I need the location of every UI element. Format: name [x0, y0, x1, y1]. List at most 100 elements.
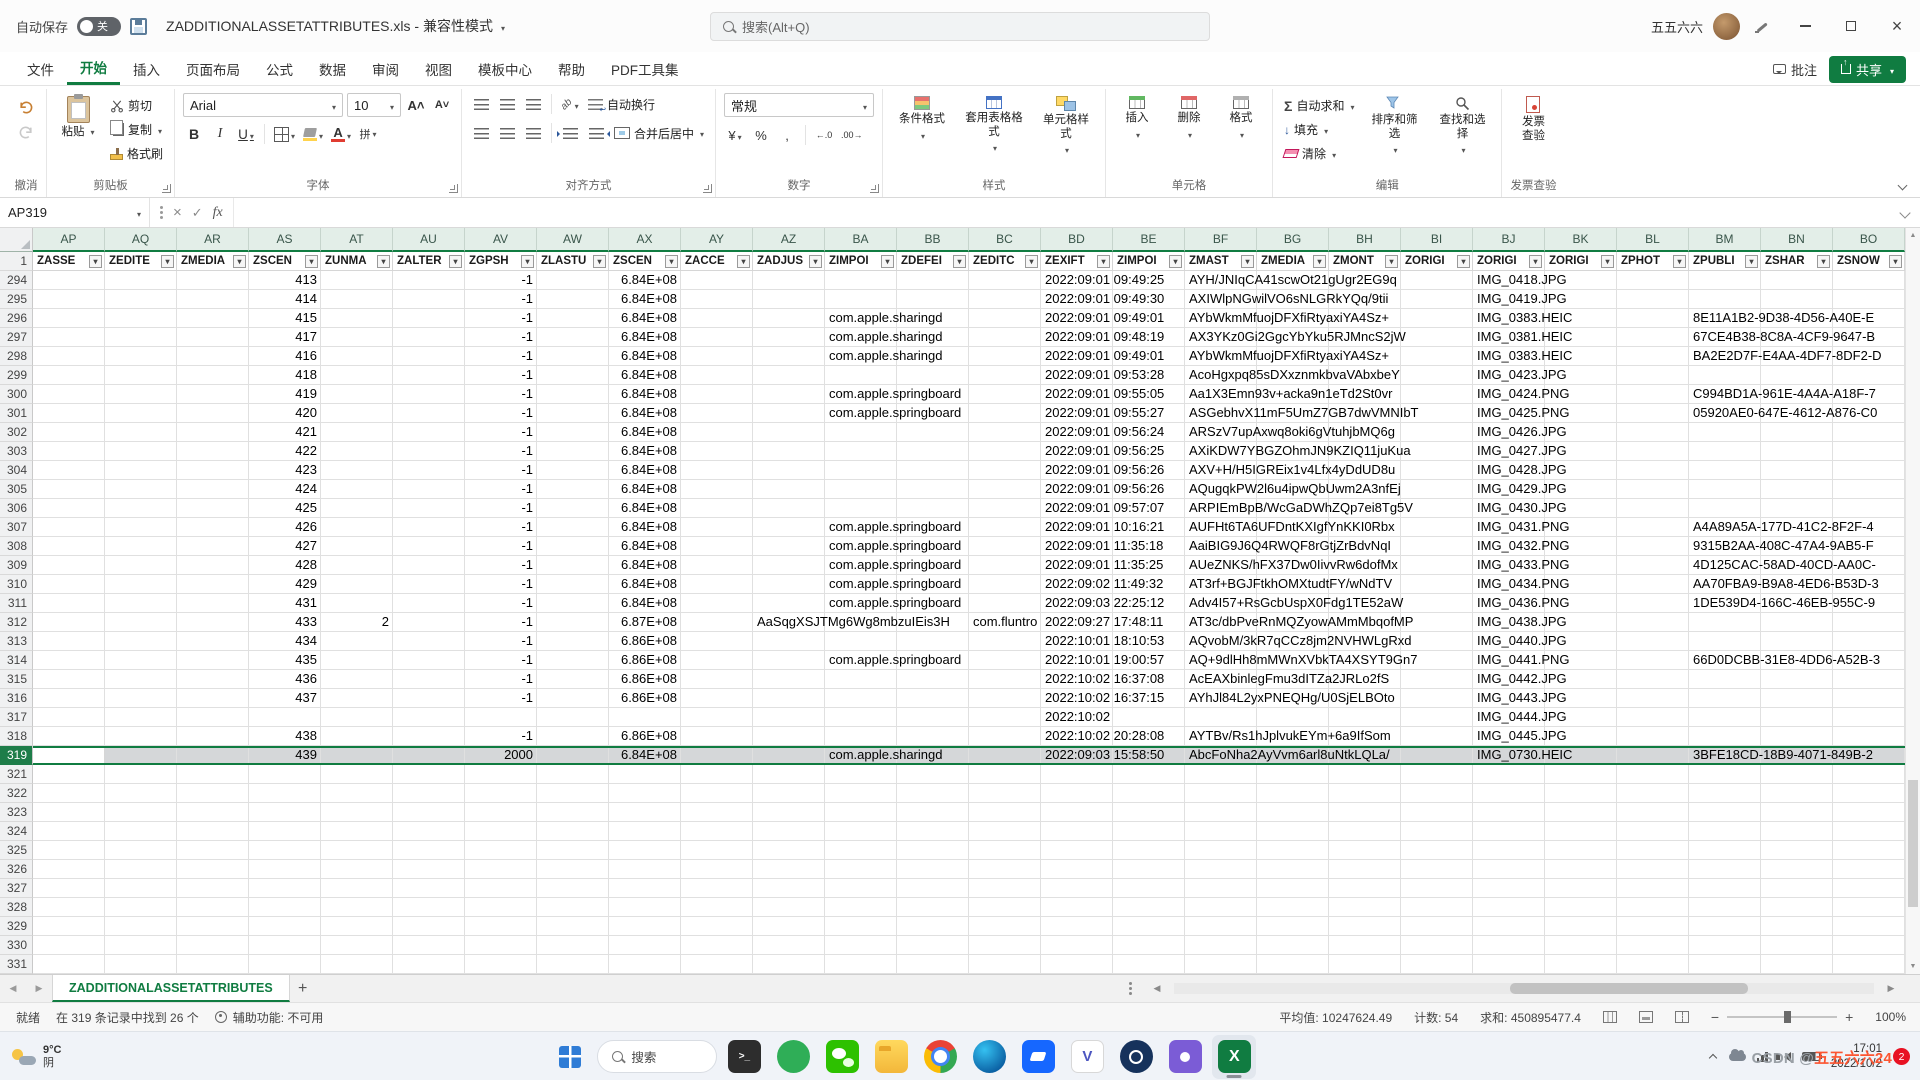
cell-AX305[interactable]: 6.84E+08 — [609, 480, 681, 498]
row-cells-316[interactable]: 437-16.86E+082022:10:02 16:37:15AYhJl84L… — [33, 689, 1905, 708]
cell-BJ311[interactable]: IMG_0436.PNG — [1473, 594, 1689, 612]
row-cells-296[interactable]: 415-16.84E+08com.apple.sharingd2022:09:0… — [33, 309, 1905, 328]
font-color-button[interactable]: A — [329, 123, 353, 145]
cell-AX300[interactable]: 6.84E+08 — [609, 385, 681, 403]
column-header-BD[interactable]: BD — [1041, 228, 1113, 252]
taskbar-app-excel[interactable] — [1212, 1035, 1256, 1079]
align-center-button[interactable] — [496, 122, 518, 144]
autosave-toggle[interactable]: 关 — [77, 17, 121, 36]
status-find-result[interactable]: 在 319 条记录中找到 26 个 — [56, 1009, 199, 1026]
sheet-tab-active[interactable]: ZADDITIONALASSETATTRIBUTES — [52, 975, 290, 1002]
column-header-BK[interactable]: BK — [1545, 228, 1617, 252]
cell-BF296[interactable]: AYbWkmMfuojDFXfiRtyaxiYA4Sz+ — [1185, 309, 1473, 327]
cell-BF300[interactable]: Aa1X3Emn93v+acka9n1eTd2St0vr — [1185, 385, 1473, 403]
hscroll-left-icon[interactable] — [1144, 983, 1170, 994]
cell-BF304[interactable]: AXV+H/H5IGREix1v4Lfx4yDdUD8u — [1185, 461, 1473, 479]
ribbon-tab-插入[interactable]: 插入 — [120, 52, 173, 85]
row-header-319[interactable]: 319 — [0, 746, 33, 765]
cell-AV318[interactable]: -1 — [465, 727, 537, 745]
close-button[interactable] — [1874, 0, 1920, 52]
cell-BD318[interactable]: 2022:10:02 20:28:08 — [1041, 727, 1185, 745]
filter-header-BK[interactable]: ZORIGI — [1545, 252, 1617, 271]
cell-BF308[interactable]: AaiBIG9J6Q4RWQF8rGtjZrBdvNqI — [1185, 537, 1473, 555]
cell-BJ312[interactable]: IMG_0438.JPG — [1473, 613, 1905, 631]
filter-dropdown-icon[interactable] — [1169, 255, 1182, 268]
filter-header-BM[interactable]: ZPUBLI — [1689, 252, 1761, 271]
column-header-AZ[interactable]: AZ — [753, 228, 825, 252]
column-header-AS[interactable]: AS — [249, 228, 321, 252]
filter-dropdown-icon[interactable] — [1385, 255, 1398, 268]
cell-BF309[interactable]: AUeZNKS/hFX37Dw0IivvRw6dofMx — [1185, 556, 1473, 574]
fill-button[interactable]: 填充 — [1281, 119, 1357, 140]
cell-BF301[interactable]: ASGebhvX11mF5UmZ7GB7dwVMNIbT — [1185, 404, 1473, 422]
row-header-1[interactable]: 1 — [0, 252, 33, 271]
cell-AS307[interactable]: 426 — [249, 518, 321, 536]
cell-AS306[interactable]: 425 — [249, 499, 321, 517]
row-header-298[interactable]: 298 — [0, 347, 33, 366]
cell-AS309[interactable]: 428 — [249, 556, 321, 574]
invoice-check-button[interactable]: 发票查验 — [1510, 93, 1556, 146]
cell-BA311[interactable]: com.apple.springboard — [825, 594, 1041, 612]
cell-AX311[interactable]: 6.84E+08 — [609, 594, 681, 612]
maximize-button[interactable] — [1828, 0, 1874, 52]
cell-AS311[interactable]: 431 — [249, 594, 321, 612]
row-header-301[interactable]: 301 — [0, 404, 33, 423]
name-box-splitter[interactable] — [160, 211, 163, 214]
cell-BD313[interactable]: 2022:10:01 18:10:53 — [1041, 632, 1185, 650]
cell-BF302[interactable]: ARSzV7upAxwq8oki6gVtuhjbMQ6g — [1185, 423, 1473, 441]
cell-BD299[interactable]: 2022:09:01 09:53:28 — [1041, 366, 1185, 384]
cell-AV310[interactable]: -1 — [465, 575, 537, 593]
cell-BF307[interactable]: AUFHt6TA6UFDntKXIgfYnKKI0Rbx — [1185, 518, 1473, 536]
cell-AX295[interactable]: 6.84E+08 — [609, 290, 681, 308]
cell-AS302[interactable]: 421 — [249, 423, 321, 441]
cell-AX308[interactable]: 6.84E+08 — [609, 537, 681, 555]
filter-header-BA[interactable]: ZIMPOI — [825, 252, 897, 271]
vertical-scroll-thumb[interactable] — [1908, 780, 1918, 907]
filter-header-AZ[interactable]: ZADJUS — [753, 252, 825, 271]
row-header-331[interactable]: 331 — [0, 955, 33, 974]
filter-dropdown-icon[interactable] — [953, 255, 966, 268]
row-cells-318[interactable]: 438-16.86E+082022:10:02 20:28:08AYTBv/Rs… — [33, 727, 1905, 746]
column-header-BJ[interactable]: BJ — [1473, 228, 1545, 252]
row-header-315[interactable]: 315 — [0, 670, 33, 689]
cell-BJ301[interactable]: IMG_0425.PNG — [1473, 404, 1689, 422]
filter-dropdown-icon[interactable] — [1457, 255, 1470, 268]
wrap-text-button[interactable]: 自动换行 — [585, 94, 658, 115]
cell-AV304[interactable]: -1 — [465, 461, 537, 479]
row-header-322[interactable]: 322 — [0, 784, 33, 803]
cell-BD297[interactable]: 2022:09:01 09:48:19 — [1041, 328, 1185, 346]
row-cells-313[interactable]: 434-16.86E+082022:10:01 18:10:53AQvobM/3… — [33, 632, 1905, 651]
cell-AV311[interactable]: -1 — [465, 594, 537, 612]
zoom-slider-thumb[interactable] — [1784, 1011, 1791, 1023]
page-break-view-button[interactable] — [1675, 1011, 1689, 1023]
cell-BA319[interactable]: com.apple.sharingd — [825, 748, 1041, 763]
cell-BA298[interactable]: com.apple.sharingd — [825, 347, 1041, 365]
battery-icon[interactable] — [1802, 1052, 1820, 1061]
alignment-dialog-launcher[interactable] — [703, 184, 712, 193]
merge-center-button[interactable]: 合并后居中 — [611, 123, 707, 144]
row-header-306[interactable]: 306 — [0, 499, 33, 518]
column-header-BH[interactable]: BH — [1329, 228, 1401, 252]
cell-BF294[interactable]: AYH/JNIqCA41scwOt21gUgr2EG9q — [1185, 271, 1473, 289]
find-select-button[interactable]: 查找和选择 — [1431, 93, 1493, 161]
cell-BM308[interactable]: 9315B2AA-408C-47A4-9AB5-F — [1689, 537, 1905, 555]
document-title[interactable]: ZADDITIONALASSETATTRIBUTES.xls - 兼容性模式 — [166, 16, 505, 36]
filter-dropdown-icon[interactable] — [1601, 255, 1614, 268]
italic-button[interactable]: I — [209, 123, 231, 145]
cell-BA300[interactable]: com.apple.springboard — [825, 385, 1041, 403]
filter-dropdown-icon[interactable] — [89, 255, 102, 268]
orientation-button[interactable]: ab — [559, 93, 581, 115]
cell-AX296[interactable]: 6.84E+08 — [609, 309, 681, 327]
cell-AV302[interactable]: -1 — [465, 423, 537, 441]
column-header-BA[interactable]: BA — [825, 228, 897, 252]
row-cells-319[interactable]: 43920006.84E+08com.apple.sharingd2022:09… — [33, 746, 1905, 765]
filter-header-BJ[interactable]: ZORIGI — [1473, 252, 1545, 271]
taskbar-app-chrome[interactable] — [918, 1035, 962, 1079]
start-button[interactable] — [548, 1035, 592, 1079]
align-right-button[interactable] — [522, 122, 544, 144]
column-header-BL[interactable]: BL — [1617, 228, 1689, 252]
status-sum[interactable]: 求和: 450895477.4 — [1480, 1009, 1581, 1026]
filter-header-AY[interactable]: ZACCE — [681, 252, 753, 271]
cell-BA308[interactable]: com.apple.springboard — [825, 537, 1041, 555]
ribbon-tab-页面布局[interactable]: 页面布局 — [173, 52, 253, 85]
